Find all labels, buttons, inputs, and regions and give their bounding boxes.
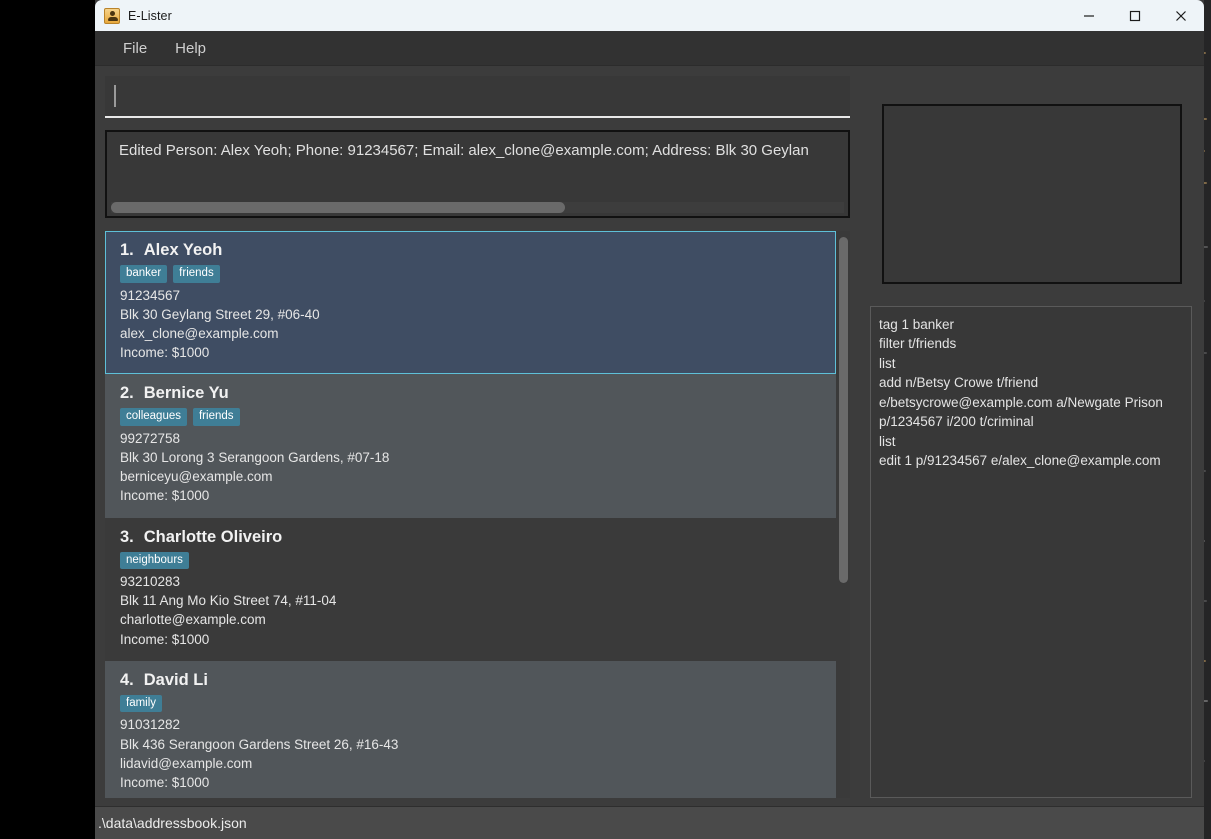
browser-preview-panel xyxy=(882,104,1182,284)
title-bar: E-Lister xyxy=(95,0,1204,31)
person-card-address: Blk 30 Geylang Street 29, #06-40 xyxy=(120,306,320,322)
text-caret-icon xyxy=(114,85,116,107)
address-book-icon xyxy=(104,7,120,24)
person-card[interactable]: 3. Charlotte Oliveiro neighbours 93210283 Bl… xyxy=(105,517,836,661)
person-card-name: Bernice Yu xyxy=(143,384,229,403)
person-card-tags: banker friends xyxy=(120,265,821,283)
person-card-address: Blk 436 Serangoon Gardens Street 26, #16… xyxy=(120,736,399,752)
person-card-address: Blk 30 Lorong 3 Serangoon Gardens, #07-1… xyxy=(120,450,390,466)
result-display-text: Edited Person: Alex Yeoh; Phone: 9123456… xyxy=(119,142,809,159)
person-card-address: Blk 11 Ang Mo Kio Street 74, #11-04 xyxy=(120,593,337,609)
window-title: E-Lister xyxy=(128,8,172,23)
person-card-income: Income: $1000 xyxy=(120,631,210,647)
person-card-title: 2. Bernice Yu xyxy=(120,384,821,403)
person-card-email: lidavid@example.com xyxy=(120,755,253,771)
status-bar: .\data\addressbook.json xyxy=(95,806,1204,839)
close-icon[interactable] xyxy=(1158,0,1204,31)
person-card-email: alex_clone@example.com xyxy=(120,325,279,341)
person-card-email: berniceyu@example.com xyxy=(120,469,273,485)
person-card-title: 4. David Li xyxy=(120,671,821,690)
result-scrollbar-thumb[interactable] xyxy=(111,202,566,213)
person-card-index: 3. xyxy=(120,527,134,546)
person-card-index: 2. xyxy=(120,384,134,403)
person-card-email: charlotte@example.com xyxy=(120,612,266,628)
person-tag: colleagues xyxy=(120,408,187,426)
person-tag: family xyxy=(120,694,163,713)
maximize-icon[interactable] xyxy=(1112,0,1158,31)
person-card[interactable]: 1. Alex Yeoh banker friends 91234567 Blk 30 G… xyxy=(105,231,836,375)
person-list-scrollbar-thumb[interactable] xyxy=(839,236,848,583)
command-history-line: filter t/friends xyxy=(879,336,957,352)
person-list: 1. Alex Yeoh banker friends 91234567 Blk 30 G… xyxy=(105,231,836,798)
app-window: E-Lister File Help Edited Person: Alex Y… xyxy=(95,0,1204,839)
menu-item-help[interactable]: Help xyxy=(161,36,220,61)
person-card-tags: colleagues friends xyxy=(120,408,821,426)
person-card-name: David Li xyxy=(143,670,208,689)
person-card[interactable]: 2. Bernice Yu colleagues friends 99272758 Blk… xyxy=(105,374,836,518)
person-card-title: 1. Alex Yeoh xyxy=(120,241,821,260)
person-card-phone: 91234567 xyxy=(120,287,181,303)
desktop-background: E-Lister File Help Edited Person: Alex Y… xyxy=(0,0,1211,839)
person-card-income: Income: $1000 xyxy=(120,774,210,790)
menu-bar: File Help xyxy=(95,31,1204,66)
person-card-phone: 93210283 xyxy=(120,574,181,590)
person-card-name: Alex Yeoh xyxy=(143,241,223,259)
command-box-wrapper xyxy=(105,76,850,118)
person-list-scrollbar[interactable] xyxy=(836,231,850,798)
command-history-line: edit 1 p/91234567 e/alex_clone@example.c… xyxy=(879,453,1161,469)
person-card-income: Income: $1000 xyxy=(120,488,210,504)
command-history-line: list xyxy=(879,433,896,449)
command-history-line: e/betsycrowe@example.com a/Newgate Priso… xyxy=(879,394,1163,410)
left-column: Edited Person: Alex Yeoh; Phone: 9123456… xyxy=(95,66,860,806)
person-card[interactable]: 4. David Li family 91031282 Blk 436 Serangoo… xyxy=(105,660,836,798)
status-bar-file-path: .\data\addressbook.json xyxy=(98,815,247,831)
person-card-tags: family xyxy=(120,694,821,713)
command-history-line: p/1234567 i/200 t/criminal xyxy=(879,414,1034,430)
person-tag: banker xyxy=(120,265,168,283)
person-card-income: Income: $1000 xyxy=(120,345,210,361)
person-card-phone: 91031282 xyxy=(120,717,181,733)
command-history-line: add n/Betsy Crowe t/friend xyxy=(879,375,1039,391)
command-input[interactable] xyxy=(105,76,850,118)
command-history-line: list xyxy=(879,355,896,371)
menu-item-file[interactable]: File xyxy=(109,36,161,61)
person-card-title: 3. Charlotte Oliveiro xyxy=(120,528,821,547)
result-horizontal-scrollbar[interactable] xyxy=(111,202,844,213)
person-tag: friends xyxy=(192,408,240,426)
person-tag: neighbours xyxy=(120,551,189,570)
main-content: Edited Person: Alex Yeoh; Phone: 9123456… xyxy=(95,66,1204,806)
person-card-index: 4. xyxy=(120,670,134,689)
window-controls xyxy=(1066,0,1204,31)
person-card-name: Charlotte Oliveiro xyxy=(143,527,283,546)
right-column: tag 1 banker filter t/friends list add n/Be… xyxy=(860,66,1204,806)
person-card-index: 1. xyxy=(120,241,134,259)
person-tag: friends xyxy=(173,265,220,283)
command-history-line: tag 1 banker xyxy=(879,317,955,332)
result-display-box: Edited Person: Alex Yeoh; Phone: 9123456… xyxy=(105,130,850,218)
person-card-tags: neighbours xyxy=(120,551,821,570)
person-list-panel: 1. Alex Yeoh banker friends 91234567 Blk 30 G… xyxy=(105,231,850,798)
person-card-phone: 99272758 xyxy=(120,430,181,446)
minimize-icon[interactable] xyxy=(1066,0,1112,31)
command-history-panel: tag 1 banker filter t/friends list add n/Be… xyxy=(870,306,1192,798)
